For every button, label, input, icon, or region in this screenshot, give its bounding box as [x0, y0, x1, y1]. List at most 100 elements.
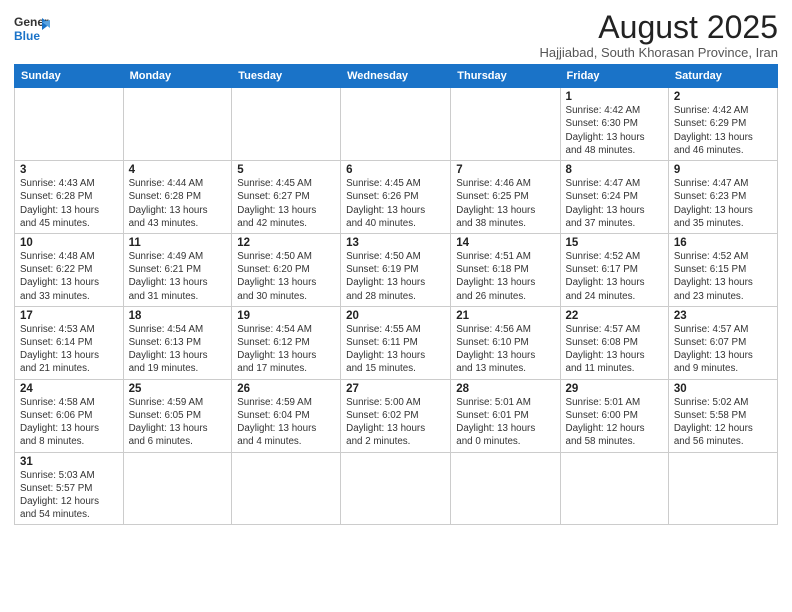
day-number: 5	[237, 164, 335, 176]
day-number: 17	[20, 310, 118, 322]
week-row-4: 17Sunrise: 4:53 AM Sunset: 6:14 PM Dayli…	[15, 306, 778, 379]
day-cell-11: 11Sunrise: 4:49 AM Sunset: 6:21 PM Dayli…	[123, 233, 232, 306]
empty-cell	[232, 452, 341, 525]
day-info: Sunrise: 4:46 AM Sunset: 6:25 PM Dayligh…	[456, 177, 554, 230]
day-number: 19	[237, 310, 335, 322]
day-number: 1	[566, 91, 663, 103]
empty-cell	[451, 88, 560, 161]
day-info: Sunrise: 4:55 AM Sunset: 6:11 PM Dayligh…	[346, 323, 445, 376]
week-row-3: 10Sunrise: 4:48 AM Sunset: 6:22 PM Dayli…	[15, 233, 778, 306]
day-info: Sunrise: 4:57 AM Sunset: 6:08 PM Dayligh…	[566, 323, 663, 376]
empty-cell	[15, 88, 124, 161]
day-number: 16	[674, 237, 772, 249]
day-info: Sunrise: 4:57 AM Sunset: 6:07 PM Dayligh…	[674, 323, 772, 376]
logo: General Blue	[14, 10, 50, 46]
day-number: 13	[346, 237, 445, 249]
day-info: Sunrise: 4:50 AM Sunset: 6:20 PM Dayligh…	[237, 250, 335, 303]
month-title: August 2025	[540, 10, 778, 45]
day-number: 29	[566, 383, 663, 395]
day-info: Sunrise: 4:47 AM Sunset: 6:23 PM Dayligh…	[674, 177, 772, 230]
day-info: Sunrise: 4:48 AM Sunset: 6:22 PM Dayligh…	[20, 250, 118, 303]
day-cell-16: 16Sunrise: 4:52 AM Sunset: 6:15 PM Dayli…	[668, 233, 777, 306]
day-cell-7: 7Sunrise: 4:46 AM Sunset: 6:25 PM Daylig…	[451, 161, 560, 234]
day-cell-9: 9Sunrise: 4:47 AM Sunset: 6:23 PM Daylig…	[668, 161, 777, 234]
day-number: 10	[20, 237, 118, 249]
day-cell-2: 2Sunrise: 4:42 AM Sunset: 6:29 PM Daylig…	[668, 88, 777, 161]
day-number: 23	[674, 310, 772, 322]
day-number: 30	[674, 383, 772, 395]
weekday-header-saturday: Saturday	[668, 65, 777, 88]
day-cell-5: 5Sunrise: 4:45 AM Sunset: 6:27 PM Daylig…	[232, 161, 341, 234]
day-info: Sunrise: 5:00 AM Sunset: 6:02 PM Dayligh…	[346, 396, 445, 449]
week-row-5: 24Sunrise: 4:58 AM Sunset: 6:06 PM Dayli…	[15, 379, 778, 452]
empty-cell	[668, 452, 777, 525]
day-cell-20: 20Sunrise: 4:55 AM Sunset: 6:11 PM Dayli…	[341, 306, 451, 379]
day-cell-23: 23Sunrise: 4:57 AM Sunset: 6:07 PM Dayli…	[668, 306, 777, 379]
day-number: 26	[237, 383, 335, 395]
day-info: Sunrise: 4:54 AM Sunset: 6:12 PM Dayligh…	[237, 323, 335, 376]
weekday-header-monday: Monday	[123, 65, 232, 88]
empty-cell	[123, 452, 232, 525]
week-row-6: 31Sunrise: 5:03 AM Sunset: 5:57 PM Dayli…	[15, 452, 778, 525]
week-row-1: 1Sunrise: 4:42 AM Sunset: 6:30 PM Daylig…	[15, 88, 778, 161]
day-number: 11	[129, 237, 227, 249]
day-info: Sunrise: 5:01 AM Sunset: 6:00 PM Dayligh…	[566, 396, 663, 449]
weekday-header-sunday: Sunday	[15, 65, 124, 88]
day-cell-1: 1Sunrise: 4:42 AM Sunset: 6:30 PM Daylig…	[560, 88, 668, 161]
day-info: Sunrise: 4:45 AM Sunset: 6:27 PM Dayligh…	[237, 177, 335, 230]
location-subtitle: Hajjiabad, South Khorasan Province, Iran	[540, 45, 778, 60]
day-cell-27: 27Sunrise: 5:00 AM Sunset: 6:02 PM Dayli…	[341, 379, 451, 452]
day-number: 27	[346, 383, 445, 395]
day-info: Sunrise: 4:59 AM Sunset: 6:05 PM Dayligh…	[129, 396, 227, 449]
day-number: 2	[674, 91, 772, 103]
day-cell-29: 29Sunrise: 5:01 AM Sunset: 6:00 PM Dayli…	[560, 379, 668, 452]
day-cell-14: 14Sunrise: 4:51 AM Sunset: 6:18 PM Dayli…	[451, 233, 560, 306]
day-cell-25: 25Sunrise: 4:59 AM Sunset: 6:05 PM Dayli…	[123, 379, 232, 452]
day-cell-8: 8Sunrise: 4:47 AM Sunset: 6:24 PM Daylig…	[560, 161, 668, 234]
day-cell-31: 31Sunrise: 5:03 AM Sunset: 5:57 PM Dayli…	[15, 452, 124, 525]
day-info: Sunrise: 4:45 AM Sunset: 6:26 PM Dayligh…	[346, 177, 445, 230]
day-info: Sunrise: 4:49 AM Sunset: 6:21 PM Dayligh…	[129, 250, 227, 303]
empty-cell	[232, 88, 341, 161]
day-number: 15	[566, 237, 663, 249]
day-info: Sunrise: 4:50 AM Sunset: 6:19 PM Dayligh…	[346, 250, 445, 303]
weekday-header-thursday: Thursday	[451, 65, 560, 88]
day-cell-28: 28Sunrise: 5:01 AM Sunset: 6:01 PM Dayli…	[451, 379, 560, 452]
day-number: 25	[129, 383, 227, 395]
day-cell-19: 19Sunrise: 4:54 AM Sunset: 6:12 PM Dayli…	[232, 306, 341, 379]
weekday-header-tuesday: Tuesday	[232, 65, 341, 88]
day-number: 9	[674, 164, 772, 176]
day-cell-17: 17Sunrise: 4:53 AM Sunset: 6:14 PM Dayli…	[15, 306, 124, 379]
day-cell-12: 12Sunrise: 4:50 AM Sunset: 6:20 PM Dayli…	[232, 233, 341, 306]
day-cell-4: 4Sunrise: 4:44 AM Sunset: 6:28 PM Daylig…	[123, 161, 232, 234]
empty-cell	[123, 88, 232, 161]
day-number: 7	[456, 164, 554, 176]
day-info: Sunrise: 4:51 AM Sunset: 6:18 PM Dayligh…	[456, 250, 554, 303]
day-cell-3: 3Sunrise: 4:43 AM Sunset: 6:28 PM Daylig…	[15, 161, 124, 234]
day-number: 8	[566, 164, 663, 176]
day-info: Sunrise: 5:01 AM Sunset: 6:01 PM Dayligh…	[456, 396, 554, 449]
day-number: 12	[237, 237, 335, 249]
empty-cell	[560, 452, 668, 525]
weekday-header-friday: Friday	[560, 65, 668, 88]
weekday-header-wednesday: Wednesday	[341, 65, 451, 88]
day-info: Sunrise: 4:42 AM Sunset: 6:30 PM Dayligh…	[566, 104, 663, 157]
day-number: 14	[456, 237, 554, 249]
day-info: Sunrise: 4:58 AM Sunset: 6:06 PM Dayligh…	[20, 396, 118, 449]
day-info: Sunrise: 4:59 AM Sunset: 6:04 PM Dayligh…	[237, 396, 335, 449]
day-number: 3	[20, 164, 118, 176]
day-cell-26: 26Sunrise: 4:59 AM Sunset: 6:04 PM Dayli…	[232, 379, 341, 452]
day-cell-6: 6Sunrise: 4:45 AM Sunset: 6:26 PM Daylig…	[341, 161, 451, 234]
day-number: 31	[20, 456, 118, 468]
day-cell-13: 13Sunrise: 4:50 AM Sunset: 6:19 PM Dayli…	[341, 233, 451, 306]
day-cell-18: 18Sunrise: 4:54 AM Sunset: 6:13 PM Dayli…	[123, 306, 232, 379]
day-number: 4	[129, 164, 227, 176]
day-cell-21: 21Sunrise: 4:56 AM Sunset: 6:10 PM Dayli…	[451, 306, 560, 379]
day-info: Sunrise: 4:42 AM Sunset: 6:29 PM Dayligh…	[674, 104, 772, 157]
day-cell-10: 10Sunrise: 4:48 AM Sunset: 6:22 PM Dayli…	[15, 233, 124, 306]
logo-icon: General Blue	[14, 10, 50, 46]
day-number: 20	[346, 310, 445, 322]
day-number: 22	[566, 310, 663, 322]
day-info: Sunrise: 4:52 AM Sunset: 6:15 PM Dayligh…	[674, 250, 772, 303]
day-cell-24: 24Sunrise: 4:58 AM Sunset: 6:06 PM Dayli…	[15, 379, 124, 452]
